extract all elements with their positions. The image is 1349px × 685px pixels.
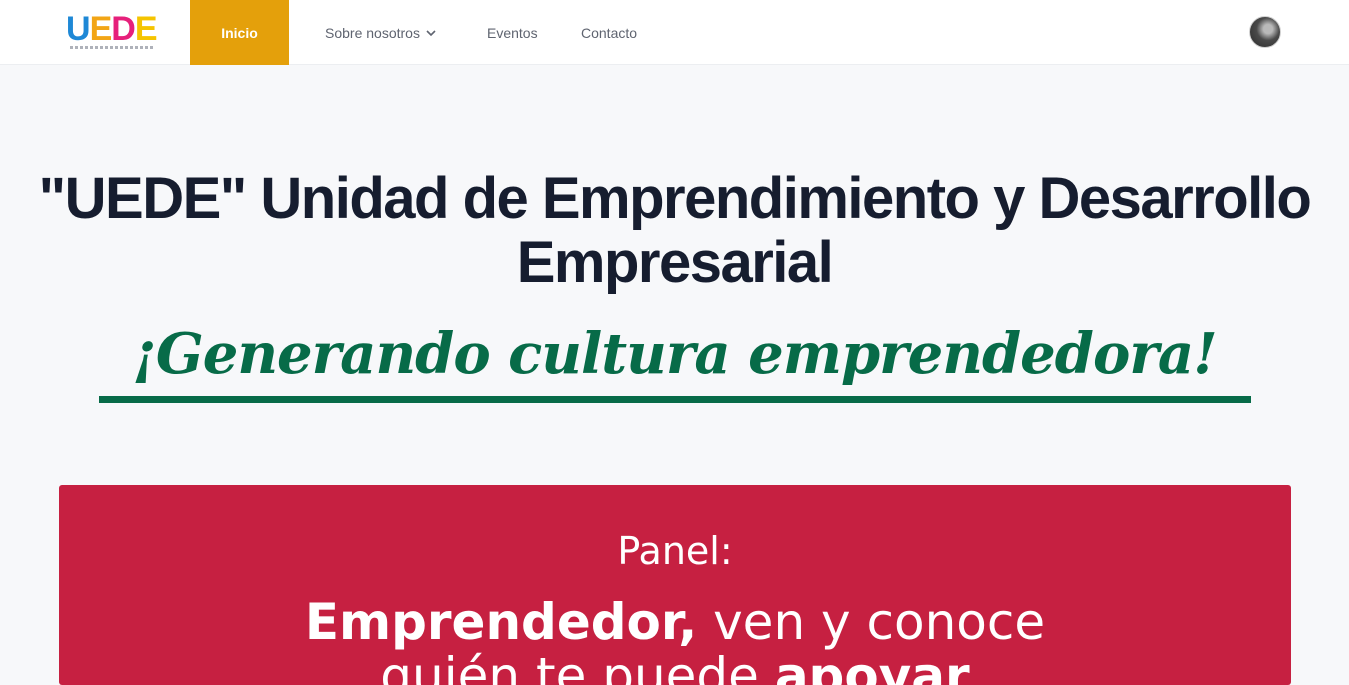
nav-sobre-nosotros[interactable]: Sobre nosotros bbox=[325, 0, 436, 65]
chevron-down-icon bbox=[426, 29, 436, 36]
banner-label: Panel: bbox=[617, 529, 733, 573]
tagline-underline bbox=[99, 396, 1251, 403]
top-navbar: UEDE Inicio Sobre nosotros Eventos Conta… bbox=[0, 0, 1349, 65]
panel-banner[interactable]: Panel: Emprendedor, ven y conoce quién t… bbox=[59, 485, 1291, 685]
banner-headline-line2: quién te puede apoyar bbox=[59, 647, 1291, 685]
page-title: "UEDE" Unidad de Emprendimiento y Desarr… bbox=[38, 166, 1312, 295]
nav-eventos[interactable]: Eventos bbox=[487, 0, 538, 65]
nav-contacto-label: Contacto bbox=[581, 24, 638, 41]
banner-line1-bold: Emprendedor, bbox=[304, 593, 698, 651]
nav-eventos-label: Eventos bbox=[487, 24, 538, 41]
user-avatar[interactable] bbox=[1249, 16, 1281, 48]
banner-line2-rest: quién te puede bbox=[380, 647, 775, 685]
nav-inicio-label: Inicio bbox=[221, 24, 258, 41]
banner-line1-rest: ven y conoce bbox=[697, 593, 1046, 651]
logo-subtitle-lines bbox=[70, 46, 154, 49]
banner-line2-bold: apoyar bbox=[774, 647, 970, 685]
tagline: ¡Generando cultura emprendedora! bbox=[132, 321, 1217, 387]
logo-wordmark: UEDE bbox=[66, 10, 157, 48]
nav-inicio[interactable]: Inicio bbox=[190, 0, 289, 65]
nav-sobre-nosotros-label: Sobre nosotros bbox=[325, 24, 420, 41]
nav-contacto[interactable]: Contacto bbox=[581, 0, 637, 65]
banner-headline-line1: Emprendedor, ven y conoce bbox=[59, 593, 1291, 651]
uede-logo[interactable]: UEDE bbox=[66, 12, 157, 52]
